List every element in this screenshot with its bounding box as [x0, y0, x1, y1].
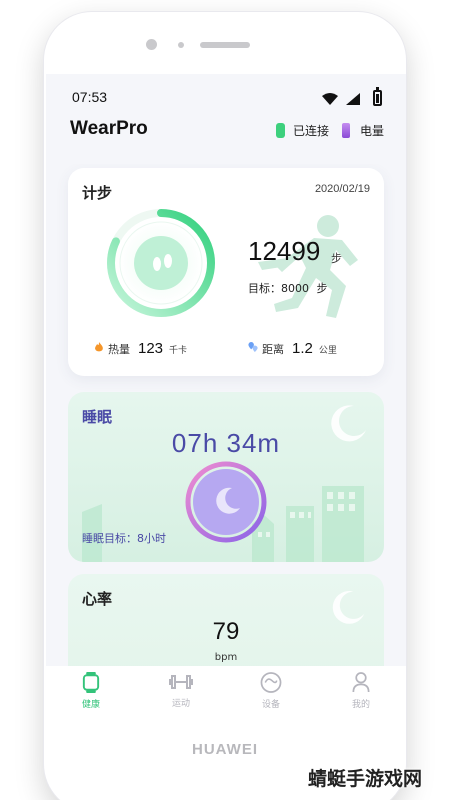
proximity-sensor — [178, 42, 184, 48]
runner-illustration — [258, 215, 358, 318]
sleep-card-title: 睡眠 — [82, 408, 113, 426]
bottom-tab-bar: 健康 运动 设备 我的 — [46, 666, 406, 710]
sleep-duration: 07h 34m — [171, 428, 281, 458]
device-battery-icon — [342, 123, 350, 138]
steps-goal-unit: 步 — [316, 282, 328, 295]
front-camera — [146, 39, 157, 50]
distance-value: 1.2 — [292, 340, 313, 357]
profile-icon — [352, 672, 370, 693]
signal-icon — [346, 93, 360, 105]
device-battery-label: 电量 — [360, 124, 385, 138]
device-battery-status[interactable]: 电量 — [342, 122, 384, 139]
distance-stat: 距离 1.2 公里 — [248, 340, 337, 357]
sleep-goal: 睡眠目标：8小时 — [82, 532, 166, 545]
calories-value: 123 — [138, 340, 164, 357]
app-title: WearPro — [70, 118, 148, 139]
distance-label: 距离 — [262, 343, 284, 356]
tab-label: 我的 — [351, 700, 370, 710]
steps-card[interactable]: 计步 2020/02/19 12499 步 目标：8000 步 热量 123 千… — [68, 168, 384, 376]
tab-sports[interactable]: 运动 — [136, 666, 226, 710]
heart-rate-card-title: 心率 — [82, 590, 113, 608]
sleep-card[interactable]: 睡眠 07h 34m 睡眠目标：8小时 — [68, 392, 384, 562]
battery-icon — [373, 87, 382, 106]
flame-icon — [95, 342, 103, 352]
tab-device[interactable]: 设备 — [226, 666, 316, 710]
connection-status[interactable]: 已连接 — [276, 122, 329, 139]
dashboard-scroll[interactable]: 计步 2020/02/19 12499 步 目标：8000 步 热量 123 千… — [46, 164, 406, 666]
location-pin-icon — [248, 342, 258, 353]
heart-rate-card[interactable]: 心率 79 bpm — [68, 574, 384, 666]
tab-profile[interactable]: 我的 — [316, 666, 406, 710]
calories-unit: 千卡 — [169, 346, 188, 356]
connection-label: 已连接 — [293, 124, 330, 138]
tab-label: 设备 — [261, 700, 280, 710]
phone-brand-label: HUAWEI — [192, 741, 258, 758]
status-time: 07:53 — [72, 89, 108, 105]
distance-unit: 公里 — [318, 346, 337, 356]
heart-rate-unit: bpm — [214, 652, 238, 663]
steps-date: 2020/02/19 — [314, 183, 370, 195]
tab-health[interactable]: 健康 — [46, 666, 136, 710]
dumbbell-icon — [169, 675, 193, 689]
heart-rate-value: 79 — [212, 618, 240, 645]
wifi-icon — [322, 93, 338, 105]
device-icon — [260, 672, 282, 693]
steps-goal: 目标：8000 步 — [248, 280, 328, 296]
steps-card-title: 计步 — [82, 184, 113, 202]
calories-label: 热量 — [108, 343, 130, 356]
footprints-icon — [153, 254, 172, 271]
watch-connected-icon — [276, 123, 285, 138]
earpiece-speaker — [200, 42, 250, 48]
tab-label: 运动 — [171, 699, 190, 709]
watch-icon — [82, 672, 100, 693]
steps-value: 12499 — [248, 236, 321, 266]
steps-unit: 步 — [331, 252, 342, 265]
steps-goal-value: 8000 — [281, 282, 309, 295]
app-screen: 07:53 WearPro 已连接 电量 计步 2020/02/19 12499… — [46, 74, 406, 710]
sleep-ring — [185, 461, 267, 543]
steps-goal-label: 目标： — [248, 282, 281, 295]
site-watermark: 蜻蜓手游戏网 — [308, 768, 423, 790]
calories-stat: 热量 123 千卡 — [94, 340, 187, 357]
tab-label: 健康 — [81, 700, 100, 710]
status-bar: 07:53 — [46, 74, 406, 116]
